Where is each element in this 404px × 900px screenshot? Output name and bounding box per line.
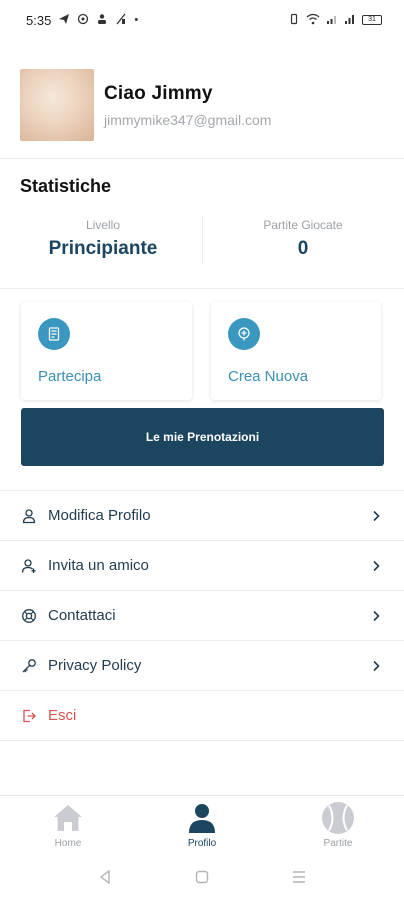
battery-icon: 31 (362, 15, 382, 25)
back-icon[interactable] (96, 868, 114, 886)
telegram-icon (58, 13, 70, 28)
stat-matches: Partite Giocate 0 (208, 218, 398, 260)
menu-item-privacy-policy[interactable]: Privacy Policy (0, 641, 404, 691)
menu-label-invite-friend: Invita un amico (48, 557, 149, 574)
chevron-right-icon (370, 660, 382, 672)
signal-icon (326, 13, 338, 28)
stat-matches-value: 0 (297, 238, 309, 259)
vibrate-icon (288, 13, 300, 28)
status-right: 31 (288, 13, 382, 28)
menu-label-edit-profile: Modifica Profilo (48, 507, 151, 524)
join-icon (38, 318, 70, 350)
home-icon (28, 800, 108, 836)
stat-level: Livello Principiante (8, 218, 198, 260)
profile-icon (162, 800, 242, 836)
create-icon (228, 318, 260, 350)
stat-level-label: Livello (85, 218, 121, 232)
nav-matches[interactable]: Partite (298, 800, 378, 849)
divider (0, 158, 404, 159)
menu-icon[interactable] (290, 868, 308, 886)
join-card[interactable]: Partecipa (21, 302, 192, 400)
menu-item-contact[interactable]: Contattaci (0, 591, 404, 641)
add-user-icon (20, 557, 38, 575)
divider (0, 288, 404, 289)
nav-home-label: Home (54, 838, 82, 849)
support-icon (20, 607, 38, 625)
person-icon (96, 13, 108, 28)
status-bar: 5:35 • 31 (0, 0, 404, 40)
whatsapp-icon (77, 13, 89, 28)
user-icon (20, 507, 38, 525)
nav-profile[interactable]: Profilo (162, 800, 242, 849)
stats-separator (202, 216, 203, 264)
menu-item-edit-profile[interactable]: Modifica Profilo (0, 491, 404, 541)
my-bookings-button[interactable]: Le mie Prenotazioni (21, 408, 384, 466)
avatar[interactable] (20, 69, 94, 141)
profile-header: Ciao Jimmy jimmymike347@gmail.com (20, 68, 390, 142)
stat-level-value: Principiante (48, 238, 158, 259)
menu-item-invite-friend[interactable]: Invita un amico (0, 541, 404, 591)
nav-profile-label: Profilo (187, 838, 217, 849)
profile-info: Ciao Jimmy jimmymike347@gmail.com (104, 83, 271, 128)
bottom-navigation: Home Profilo Partite (0, 795, 404, 857)
chevron-right-icon (370, 610, 382, 622)
menu-item-logout[interactable]: Esci (0, 691, 404, 741)
signal-off-icon (115, 13, 127, 28)
nav-home[interactable]: Home (28, 800, 108, 849)
status-time: 5:35 (26, 12, 52, 28)
menu-label-privacy-policy: Privacy Policy (48, 657, 142, 674)
stats-title: Statistiche (20, 176, 112, 196)
nav-matches-label: Partite (323, 838, 353, 849)
chevron-right-icon (370, 560, 382, 572)
tennis-ball-icon (298, 800, 378, 836)
wifi-icon (306, 13, 320, 28)
join-label: Partecipa (38, 368, 102, 385)
create-label: Crea Nuova (228, 368, 309, 385)
logout-icon (20, 707, 38, 725)
chevron-right-icon (370, 510, 382, 522)
status-left: 5:35 • (26, 13, 138, 28)
menu-label-contact: Contattaci (48, 607, 116, 624)
profile-email: jimmymike347@gmail.com (104, 111, 272, 128)
profile-greeting: Ciao Jimmy (104, 82, 213, 104)
stat-matches-label: Partite Giocate (263, 218, 343, 232)
key-icon (20, 657, 38, 675)
menu-label-logout: Esci (48, 707, 77, 724)
home-button-icon[interactable] (193, 868, 211, 886)
signal-icon (344, 13, 356, 28)
dot-icon: • (134, 14, 139, 26)
create-card[interactable]: Crea Nuova (211, 302, 381, 400)
system-navigation (0, 862, 404, 892)
